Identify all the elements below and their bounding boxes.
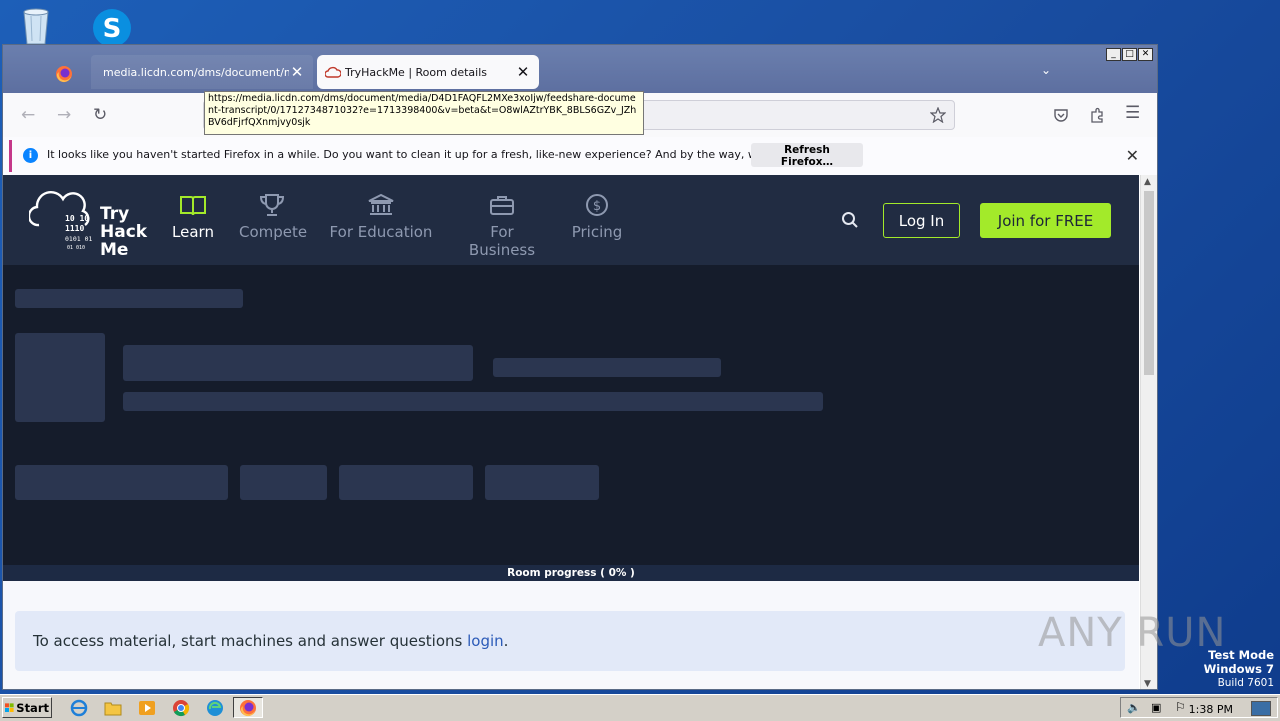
room-progress-bar: Room progress ( 0% ) bbox=[3, 565, 1139, 581]
svg-text:1110: 1110 bbox=[65, 224, 84, 233]
nav-label: Learn bbox=[172, 223, 214, 241]
extensions-icon[interactable] bbox=[1089, 107, 1105, 123]
nav-label: For Business bbox=[468, 223, 536, 259]
dollar-icon: $ bbox=[586, 194, 608, 216]
reload-icon[interactable]: ↻ bbox=[93, 105, 107, 125]
briefcase-icon bbox=[490, 196, 514, 215]
scroll-down-icon[interactable]: ▼ bbox=[1144, 679, 1151, 689]
bookmark-star-icon[interactable] bbox=[930, 107, 946, 123]
chrome-icon[interactable] bbox=[172, 699, 190, 717]
skeleton-button bbox=[339, 465, 473, 500]
back-arrow-icon[interactable]: ← bbox=[21, 105, 35, 125]
skeleton-button bbox=[240, 465, 327, 500]
taskbar-firefox-button[interactable] bbox=[233, 697, 263, 718]
tryhackme-favicon-icon bbox=[325, 66, 341, 78]
nav-pricing[interactable]: $ Pricing bbox=[571, 193, 623, 241]
access-text: To access material, start machines and a… bbox=[33, 632, 509, 650]
skeleton-button bbox=[15, 465, 228, 500]
menu-icon[interactable]: ☰ bbox=[1125, 103, 1140, 123]
trophy-icon bbox=[259, 194, 285, 216]
chevron-down-icon[interactable]: ⌄ bbox=[1041, 63, 1051, 77]
maximize-button[interactable]: □ bbox=[1122, 48, 1137, 61]
nav-for-education[interactable]: For Education bbox=[329, 193, 433, 241]
scrollbar-thumb[interactable] bbox=[1144, 191, 1154, 375]
window-controls: _ □ ✕ bbox=[1106, 48, 1153, 61]
internet-explorer-icon[interactable] bbox=[70, 699, 88, 717]
skeleton-room-image bbox=[15, 333, 105, 422]
edge-icon[interactable] bbox=[206, 699, 224, 717]
volume-icon[interactable]: 🔈 bbox=[1127, 701, 1141, 714]
close-tab-icon[interactable]: ✕ bbox=[289, 63, 305, 81]
login-button[interactable]: Log In bbox=[883, 203, 960, 238]
tab-licdn[interactable]: media.licdn.com/dms/document/media/ ✕ bbox=[91, 55, 313, 89]
firefox-icon[interactable] bbox=[55, 65, 73, 83]
site-header: 10 10 1110 0101 01 01 010 Try Hack Me Le… bbox=[3, 175, 1139, 265]
firefox-window: media.licdn.com/dms/document/media/ ✕ Tr… bbox=[2, 44, 1158, 690]
join-for-free-button[interactable]: Join for FREE bbox=[980, 203, 1111, 238]
tab-title: TryHackMe | Room details bbox=[345, 65, 487, 79]
notification-message: It looks like you haven't started Firefo… bbox=[47, 148, 831, 161]
nav-label: Compete bbox=[239, 223, 308, 241]
search-icon[interactable] bbox=[841, 211, 859, 229]
media-player-icon[interactable] bbox=[138, 699, 156, 717]
svg-text:S: S bbox=[103, 14, 122, 44]
tab-tryhackme[interactable]: TryHackMe | Room details ✕ bbox=[317, 55, 539, 89]
clock[interactable]: 1:38 PM bbox=[1189, 703, 1233, 716]
logo-hack: Hack bbox=[100, 222, 148, 242]
system-tray: 🔈 ▣ ⚐ 1:38 PM bbox=[1120, 697, 1278, 718]
room-body: To access material, start machines and a… bbox=[3, 581, 1139, 689]
close-tab-icon[interactable]: ✕ bbox=[515, 63, 531, 81]
start-button[interactable]: Start bbox=[2, 697, 52, 718]
tab-bar: media.licdn.com/dms/document/media/ ✕ Tr… bbox=[3, 45, 1157, 93]
forward-arrow-icon[interactable]: → bbox=[57, 105, 71, 125]
nav-label: Pricing bbox=[571, 223, 623, 241]
tab-title: media.licdn.com/dms/document/media/ bbox=[103, 65, 289, 79]
building-icon bbox=[368, 193, 394, 215]
login-link[interactable]: login bbox=[467, 632, 504, 650]
network-icon[interactable]: ▣ bbox=[1151, 701, 1161, 714]
logo-me: Me bbox=[100, 240, 128, 255]
skeleton-button bbox=[485, 465, 599, 500]
minimize-button[interactable]: _ bbox=[1106, 48, 1121, 61]
book-icon bbox=[180, 196, 206, 216]
scroll-up-icon[interactable]: ▲ bbox=[1144, 177, 1151, 187]
svg-text:10 10: 10 10 bbox=[65, 214, 89, 223]
skeleton-room-title bbox=[123, 345, 473, 381]
recycle-bin-icon[interactable] bbox=[16, 6, 56, 46]
nav-compete[interactable]: Compete bbox=[239, 193, 308, 241]
nav-learn[interactable]: Learn bbox=[171, 193, 215, 241]
taskbar: Start 🔈 ▣ ⚐ 1:38 PM bbox=[0, 694, 1280, 721]
logo-try: Try bbox=[100, 204, 129, 224]
info-icon: i bbox=[23, 148, 38, 163]
svg-text:$: $ bbox=[593, 199, 601, 214]
show-desktop-icon[interactable] bbox=[1251, 701, 1271, 716]
skeleton-breadcrumb bbox=[15, 289, 243, 308]
page-content: 10 10 1110 0101 01 01 010 Try Hack Me Le… bbox=[3, 175, 1141, 689]
firefox-icon bbox=[240, 700, 256, 717]
windows-logo-icon bbox=[5, 702, 14, 712]
skeleton-room-meta bbox=[493, 358, 721, 377]
refresh-firefox-button[interactable]: Refresh Firefox… bbox=[751, 143, 863, 168]
url-tooltip: https://media.licdn.com/dms/document/med… bbox=[204, 91, 644, 135]
close-notification-icon[interactable]: ✕ bbox=[1126, 146, 1139, 165]
folder-icon[interactable] bbox=[104, 699, 122, 717]
flag-icon[interactable]: ⚐ bbox=[1175, 700, 1186, 714]
notification-bar: i It looks like you haven't started Fire… bbox=[3, 137, 1157, 176]
room-hero-loading bbox=[3, 265, 1139, 581]
notification-accent bbox=[9, 140, 12, 172]
pocket-icon[interactable] bbox=[1053, 107, 1069, 123]
test-mode-notice: Test Mode Windows 7 Build 7601 bbox=[1203, 648, 1274, 689]
close-window-button[interactable]: ✕ bbox=[1138, 48, 1153, 61]
svg-text:01 010: 01 010 bbox=[67, 245, 85, 251]
nav-for-business[interactable]: For Business bbox=[455, 193, 549, 259]
anyrun-watermark: ANY RUN bbox=[1038, 610, 1227, 656]
svg-text:0101 01: 0101 01 bbox=[65, 235, 92, 243]
skeleton-room-description bbox=[123, 392, 823, 411]
access-notice: To access material, start machines and a… bbox=[15, 611, 1125, 671]
tryhackme-logo[interactable]: 10 10 1110 0101 01 01 010 Try Hack Me bbox=[29, 187, 153, 255]
nav-label: For Education bbox=[329, 223, 433, 241]
